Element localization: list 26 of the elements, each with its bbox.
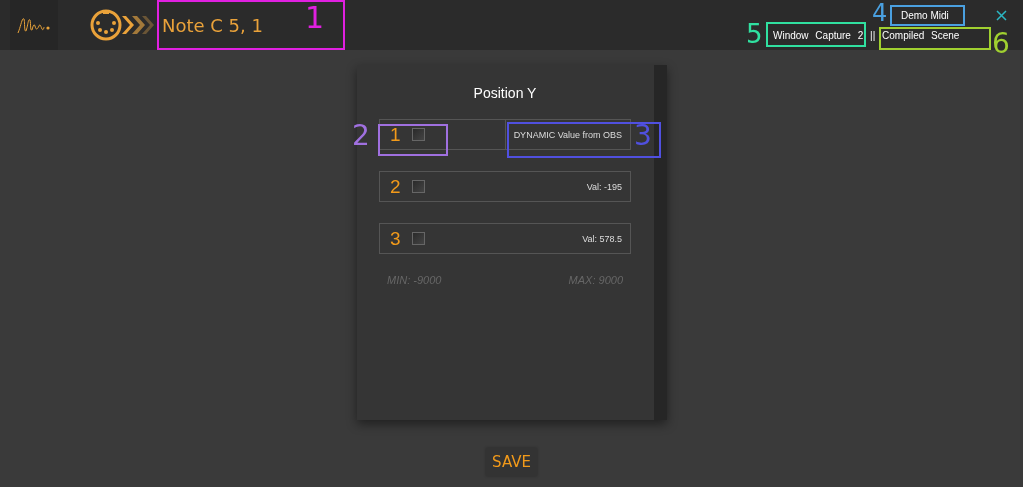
annotation-number: 5: [746, 21, 763, 47]
midi-connector-icon: [88, 7, 154, 43]
checkbox[interactable]: [412, 128, 425, 141]
annotation-number: 4: [872, 1, 888, 25]
annotation-number: 3: [634, 122, 652, 150]
value-label: Val: -195: [586, 181, 622, 192]
option-number: 2: [390, 175, 402, 198]
annotation-number: 2: [352, 122, 370, 150]
close-icon[interactable]: [996, 10, 1007, 21]
save-button[interactable]: SAVE: [486, 448, 537, 476]
value-option-row[interactable]: 2 Val: -195: [379, 171, 631, 202]
panel-title: Position Y: [473, 85, 537, 101]
checkbox[interactable]: [412, 232, 425, 245]
dynamic-value-label: DYNAMIC Value from OBS: [504, 119, 630, 150]
annotation-number: 1: [305, 3, 325, 33]
value-label: Val: 578.5: [582, 233, 622, 244]
device-name: Demo Midi: [901, 10, 949, 21]
option-number: 3: [390, 227, 402, 250]
note-title: Note C 5, 1: [162, 14, 263, 36]
annotation-number: 6: [992, 30, 1010, 58]
value-option-row[interactable]: 3 Val: 578.5: [379, 223, 631, 254]
option-number: 1: [390, 123, 402, 146]
checkbox[interactable]: [412, 180, 425, 193]
source-label: Window Capture 2 || Compiled Scene: [773, 30, 960, 41]
scrollbar[interactable]: [653, 65, 667, 420]
value-option-row[interactable]: 1 DYNAMIC Value from OBS: [379, 119, 631, 150]
